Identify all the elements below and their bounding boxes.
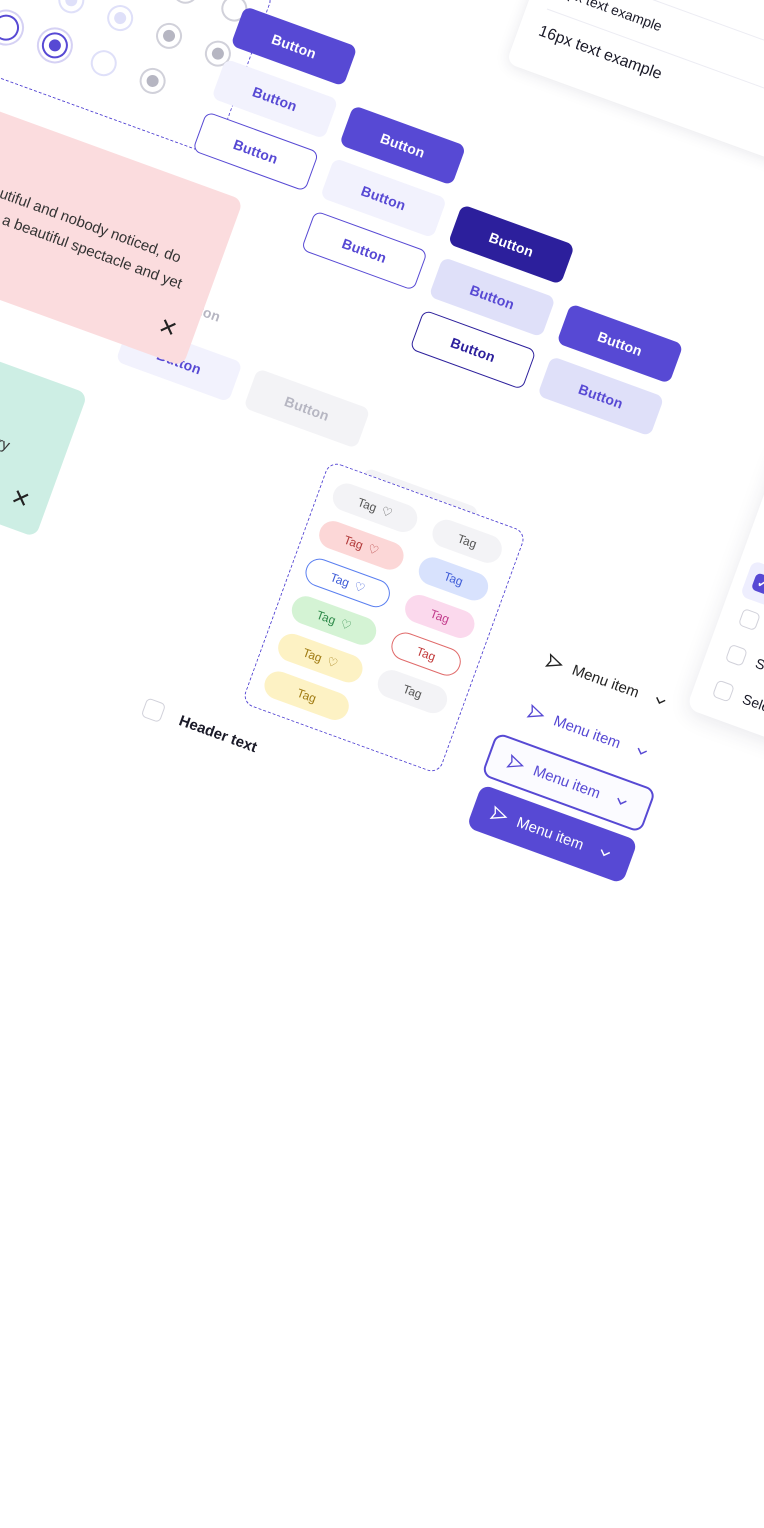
select-dropdown-list: Select ✓Selected option Select ✓Selected… — [686, 440, 764, 794]
plane-icon — [488, 803, 511, 826]
plane-icon — [525, 702, 548, 725]
plane-icon — [543, 651, 566, 674]
table-header-label: Header text — [177, 712, 260, 756]
radio-button[interactable] — [136, 64, 169, 97]
table-header-row: Header text — [141, 697, 260, 757]
heart-icon: ♡ — [325, 654, 340, 671]
close-icon[interactable]: ✕ — [155, 313, 181, 344]
plane-icon — [505, 752, 528, 775]
heart-icon: ♡ — [380, 504, 395, 521]
radio-button[interactable] — [87, 47, 120, 80]
chevron-down-icon — [649, 689, 672, 712]
chevron-down-icon — [630, 740, 653, 763]
checkbox[interactable] — [141, 697, 167, 723]
radio-button[interactable] — [38, 29, 71, 62]
close-icon[interactable]: ✕ — [7, 484, 33, 515]
chevron-down-icon — [610, 790, 633, 813]
chevron-down-icon — [593, 842, 616, 865]
radio-button[interactable] — [152, 19, 185, 52]
radio-button[interactable] — [169, 0, 202, 7]
disabled-button: Button — [243, 368, 370, 449]
radio-button[interactable] — [55, 0, 88, 17]
modal-body: something noble and beautiful and nobody… — [0, 286, 39, 490]
heart-icon: ♡ — [338, 616, 353, 633]
heart-icon: ♡ — [366, 541, 381, 558]
radio-button[interactable] — [104, 1, 137, 34]
radio-button[interactable] — [0, 11, 23, 44]
menu-items-panel: Menu item Menu item Menu item Menu item — [463, 630, 694, 884]
select-option[interactable]: Select — [701, 667, 764, 780]
heart-icon: ♡ — [352, 579, 367, 596]
